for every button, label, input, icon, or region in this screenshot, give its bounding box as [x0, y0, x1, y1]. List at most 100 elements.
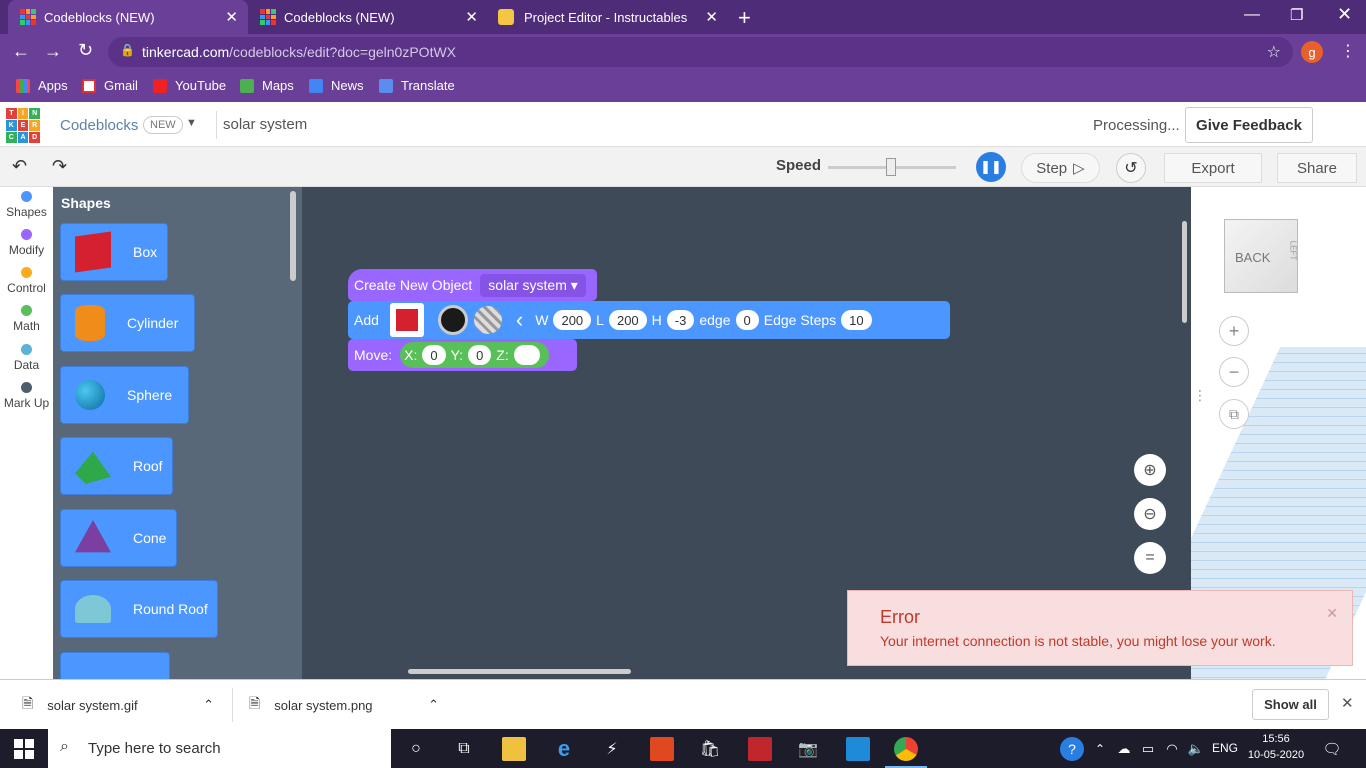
share-button[interactable]: Share	[1277, 153, 1357, 183]
reload-icon[interactable]: ↻	[78, 40, 93, 61]
block-partial[interactable]	[60, 652, 170, 679]
new-tab-icon[interactable]: +	[738, 5, 751, 31]
camera-icon[interactable]: 📷	[796, 737, 820, 761]
hole-toggle[interactable]	[473, 306, 502, 334]
store-icon[interactable]: 🛍	[698, 737, 722, 761]
menu-kebab-icon[interactable]: ⋮	[1340, 41, 1356, 61]
give-feedback-button[interactable]: Give Feedback	[1185, 107, 1313, 143]
y-input[interactable]: 0	[468, 345, 492, 365]
chrome-icon[interactable]	[894, 737, 918, 761]
move-block[interactable]: Move: X: 0 Y: 0 Z:	[348, 339, 577, 371]
block-box[interactable]: Box	[60, 223, 168, 281]
download-item-png[interactable]: 🗎 solar system.png ⌃	[249, 680, 457, 730]
viewport-zoom-out-icon[interactable]: −	[1219, 357, 1249, 387]
mcafee-icon[interactable]	[748, 737, 772, 761]
arduino-icon[interactable]	[846, 737, 870, 761]
product-name[interactable]: Codeblocks	[60, 117, 138, 134]
export-button[interactable]: Export	[1164, 153, 1262, 183]
object-name-dropdown[interactable]: solar system ▾	[480, 273, 586, 297]
url-input[interactable]: 🔒 tinkercad.com/codeblocks/edit?doc=geln…	[108, 37, 1293, 67]
color-picker[interactable]	[437, 305, 468, 335]
category-markup[interactable]: Mark Up	[0, 382, 53, 410]
palette-scrollbar[interactable]	[290, 191, 296, 281]
clock-time[interactable]: 15:56	[1251, 733, 1301, 745]
file-explorer-icon[interactable]	[502, 737, 526, 761]
close-icon[interactable]: ✕	[1326, 605, 1338, 622]
bookmark-star-icon[interactable]: ☆	[1267, 42, 1281, 62]
doc-title[interactable]: solar system	[223, 116, 307, 133]
collapse-chevron-icon[interactable]: ‹	[516, 307, 523, 333]
language-indicator[interactable]: ENG	[1212, 741, 1238, 755]
tab-codeblocks-1[interactable]: Codeblocks (NEW) ✕	[8, 0, 248, 34]
block-sphere[interactable]: Sphere	[60, 366, 189, 424]
window-close-icon[interactable]: ✕	[1337, 4, 1352, 25]
bookmark-news[interactable]: News	[309, 78, 364, 93]
close-icon[interactable]: ✕	[1341, 694, 1354, 712]
zoom-in-icon[interactable]: ⊕	[1134, 454, 1166, 486]
bookmark-maps[interactable]: Maps	[240, 78, 294, 93]
volume-icon[interactable]: 🔈	[1184, 737, 1208, 761]
add-shape-block[interactable]: Add ‹ W 200 L 200 H -3 edge 0 Edge Steps…	[348, 301, 950, 339]
back-icon[interactable]: ←	[12, 41, 30, 62]
edge-input[interactable]: 0	[735, 310, 759, 330]
length-input[interactable]: 200	[608, 310, 647, 330]
x-input[interactable]: 0	[422, 345, 446, 365]
app-icon[interactable]: ⚡	[600, 737, 624, 761]
edge-steps-input[interactable]: 10	[841, 310, 872, 330]
speed-slider-handle[interactable]	[886, 158, 896, 176]
notifications-icon[interactable]: 🗨	[1320, 737, 1344, 761]
reset-icon[interactable]: ↺	[1116, 153, 1146, 183]
category-modify[interactable]: Modify	[0, 229, 53, 257]
help-icon[interactable]: ?	[1060, 737, 1084, 761]
tinkercad-logo[interactable]: T I N K E R C A D	[6, 108, 40, 143]
task-view-icon[interactable]: ⧉	[452, 737, 476, 761]
bookmark-translate[interactable]: Translate	[379, 78, 455, 93]
create-object-block[interactable]: Create New Object solar system ▾	[348, 269, 597, 301]
zoom-out-icon[interactable]: ⊖	[1134, 498, 1166, 530]
profile-avatar[interactable]: g	[1301, 41, 1323, 63]
speed-slider[interactable]	[828, 158, 956, 176]
panel-resize-handle-icon[interactable]: ⋮	[1193, 387, 1207, 404]
wifi-icon[interactable]: ◠	[1160, 737, 1184, 761]
edge-icon[interactable]: e	[552, 736, 576, 761]
office-icon[interactable]	[650, 737, 674, 761]
bookmark-gmail[interactable]: Gmail	[82, 78, 138, 93]
close-icon[interactable]: ✕	[705, 8, 718, 26]
block-roof[interactable]: Roof	[60, 437, 173, 495]
block-round-roof[interactable]: Round Roof	[60, 580, 218, 638]
viewport-zoom-in-icon[interactable]: +	[1219, 316, 1249, 346]
chevron-down-icon[interactable]: ▼	[186, 117, 197, 129]
show-all-button[interactable]: Show all	[1252, 689, 1329, 720]
block-cone[interactable]: Cone	[60, 509, 177, 567]
tray-chevron-icon[interactable]: ⌃	[1088, 737, 1112, 761]
view-cube[interactable]: BACK LEFT	[1224, 219, 1298, 293]
forward-icon[interactable]: →	[44, 41, 62, 62]
minimize-icon[interactable]: —	[1244, 6, 1260, 24]
width-input[interactable]: 200	[553, 310, 592, 330]
category-data[interactable]: Data	[0, 344, 53, 372]
viewport-fit-icon[interactable]: ⧉	[1219, 399, 1249, 429]
close-icon[interactable]: ✕	[465, 8, 478, 26]
category-shapes[interactable]: Shapes	[0, 191, 53, 219]
block-cylinder[interactable]: Cylinder	[60, 294, 195, 352]
undo-icon[interactable]: ↶	[12, 156, 27, 177]
windows-start-icon[interactable]	[14, 739, 34, 759]
z-input[interactable]	[513, 345, 540, 365]
step-button[interactable]: Step ▷	[1021, 153, 1100, 183]
close-icon[interactable]: ✕	[225, 8, 238, 26]
category-control[interactable]: Control	[0, 267, 53, 295]
clock-date[interactable]: 10-05-2020	[1244, 749, 1308, 761]
taskbar-search[interactable]: ⌕ Type here to search	[48, 729, 391, 768]
workspace-hscrollbar[interactable]	[408, 669, 631, 674]
shape-selector[interactable]	[389, 303, 424, 337]
download-item-gif[interactable]: 🗎 solar system.gif ⌃	[22, 680, 232, 730]
zoom-reset-icon[interactable]: =	[1134, 542, 1166, 574]
redo-icon[interactable]: ↷	[52, 156, 67, 177]
height-input[interactable]: -3	[666, 310, 695, 330]
cortana-icon[interactable]: ○	[404, 737, 428, 761]
tab-instructables[interactable]: Project Editor - Instructables ✕	[488, 0, 728, 34]
bookmark-apps[interactable]: Apps	[16, 78, 68, 93]
restore-icon[interactable]: ❐	[1290, 6, 1303, 24]
chevron-up-icon[interactable]: ⌃	[428, 697, 439, 713]
onedrive-icon[interactable]: ☁	[1112, 737, 1136, 761]
